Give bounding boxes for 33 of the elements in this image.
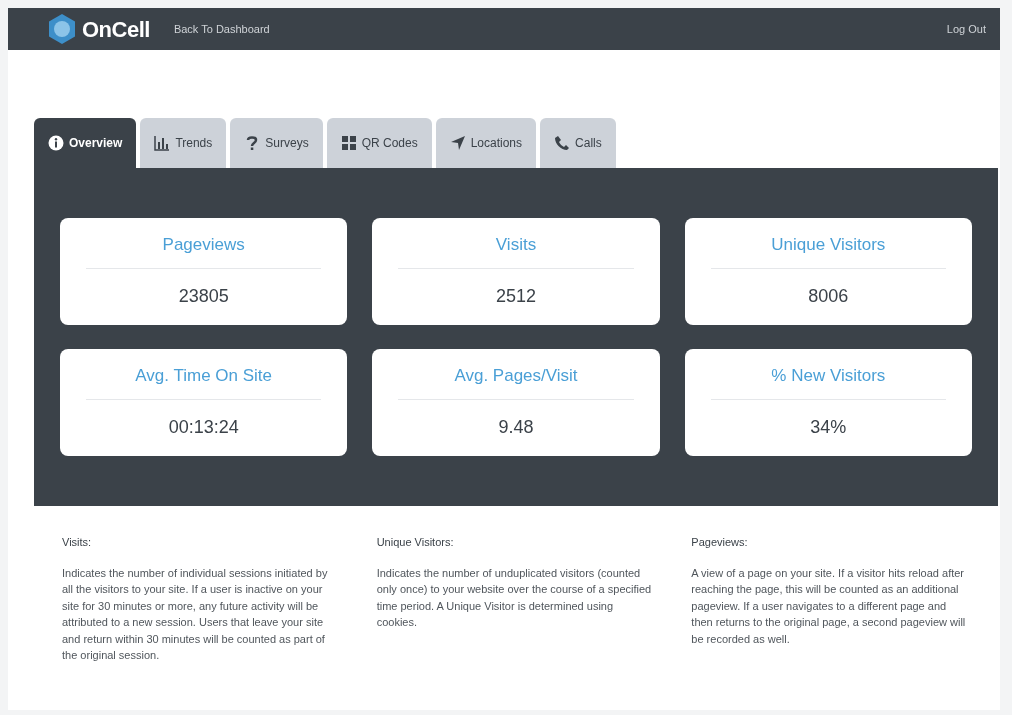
definition-text: Indicates the number of unduplicated visitors (counted only once) to your website over the course of a specified time period. A Unique Visitor is determined using cookies. [376,565,653,630]
grid-icon [340,135,357,151]
logo-icon [46,13,78,45]
stat-label: Visits [495,235,537,254]
tab[interactable]: Overview [34,118,137,168]
tab[interactable]: Calls [540,118,616,168]
definition-text: Indicates the number of individual sessions initiated by all the visitors to your site. If a user is inactive on your site for 30 minutes or more, any future activity will be attributed to a new session. Users that leave your site and return within 30 minutes will be counted as part of the original session. [62,565,329,663]
definition-term: Visits: [62,535,93,550]
definition-term: Pageviews: [691,535,749,550]
stat-value: 9.48 [498,416,534,437]
tab[interactable]: Locations [435,118,537,168]
logout-link[interactable]: Log Out [946,20,986,38]
definition-text: A view of a page on your site. If a visitor hits reload after reaching the page, this will be counted as an additional pageview. If a user navigates to a different page and then returns to the original page, a second pageview will be recorded as well. [691,565,967,647]
back-link[interactable]: Back To Dashboard [173,20,270,38]
stat-label: Pageviews [162,235,245,254]
info-icon [48,135,64,151]
tab[interactable]: QR Codes [326,118,432,168]
navigation-arrow-icon [449,135,466,151]
tab[interactable]: Trends [140,118,227,168]
stat-label: Unique Visitors [771,235,886,254]
bar-chart-icon [154,135,171,151]
stat-value: 8006 [808,285,849,306]
phone-icon [554,135,571,151]
stat-label: Avg. Time On Site [135,366,272,385]
stat-value: 23805 [178,285,229,306]
stat-value: 34% [810,416,847,437]
stat-label: % New Visitors [771,366,886,385]
tab[interactable]: Surveys [230,118,323,168]
stat-value: 00:13:24 [168,416,239,437]
stat-value: 2512 [495,285,536,306]
brand-name: OnCell [82,15,150,44]
stat-label: Avg. Pages/Visit [454,366,578,385]
definition-term: Unique Visitors: [376,535,455,550]
